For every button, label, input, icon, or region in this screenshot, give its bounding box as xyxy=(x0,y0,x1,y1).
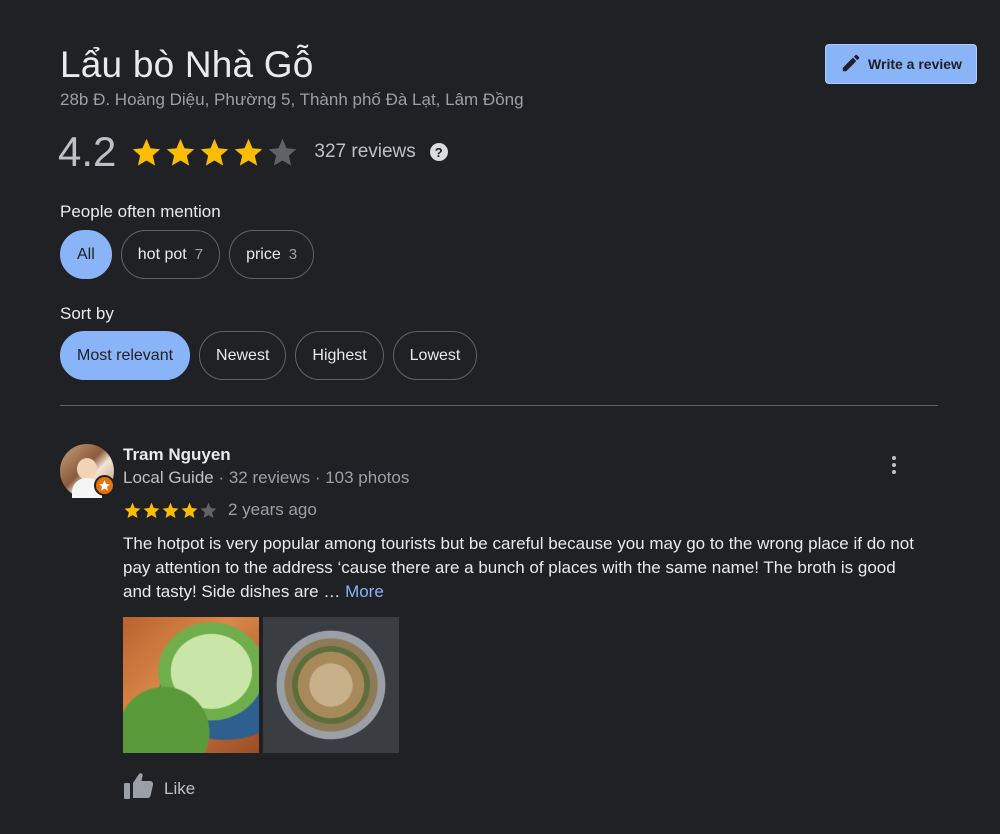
star-filled-icon xyxy=(201,138,229,166)
like-label: Like xyxy=(164,778,196,798)
mention-chip-price[interactable]: price 3 xyxy=(229,230,315,279)
section-divider xyxy=(60,405,938,406)
chip-label: hot pot xyxy=(137,245,187,263)
review-count[interactable]: 327 reviews xyxy=(314,141,415,163)
more-options-icon[interactable] xyxy=(884,453,904,477)
rating-summary: 4.2 327 reviews ? xyxy=(58,128,448,176)
chip-label: All xyxy=(77,245,95,263)
chip-label: price xyxy=(246,245,281,263)
star-filled-icon xyxy=(143,502,160,518)
chip-count: 3 xyxy=(288,246,298,263)
sort-chip-newest[interactable]: Newest xyxy=(199,331,287,380)
star-filled-icon xyxy=(167,138,195,166)
place-header: Lẩu bò Nhà Gỗ 28b Đ. Hoàng Diệu, Phường … xyxy=(60,42,524,110)
sort-label: Sort by xyxy=(60,304,114,323)
mention-chip-all[interactable]: All xyxy=(60,230,112,279)
thumbs-up-icon xyxy=(123,772,155,805)
reviewer-stats: · 32 reviews · 103 photos xyxy=(213,468,410,487)
place-title: Lẩu bò Nhà Gỗ xyxy=(60,44,314,85)
pencil-icon xyxy=(840,52,862,77)
sort-chips: Most relevant Newest Highest Lowest xyxy=(60,331,478,380)
mentions-chips: All hot pot 7 price 3 xyxy=(60,230,315,279)
avatar-face xyxy=(77,458,97,480)
star-filled-icon xyxy=(133,138,161,166)
star-filled-icon xyxy=(181,502,198,518)
write-review-button[interactable]: Write a review xyxy=(825,44,977,84)
rating-value: 4.2 xyxy=(58,128,117,175)
chip-label: Most relevant xyxy=(77,346,174,364)
sort-chip-highest[interactable]: Highest xyxy=(295,331,384,380)
chip-label: Newest xyxy=(216,346,270,364)
review-more-link[interactable]: More xyxy=(345,582,384,601)
star-empty-icon xyxy=(269,138,297,166)
review-body: The hotpot is very popular among tourist… xyxy=(123,534,914,601)
mention-chip-hot-pot[interactable]: hot pot 7 xyxy=(120,230,221,279)
star-filled-icon xyxy=(124,502,141,518)
help-icon[interactable]: ? xyxy=(429,143,448,161)
rating-stars xyxy=(130,136,299,169)
review-stars xyxy=(123,501,218,520)
mentions-label: People often mention xyxy=(60,202,221,221)
chip-count: 7 xyxy=(194,246,204,263)
star-empty-icon xyxy=(200,502,217,518)
place-address: 28b Đ. Hoàng Diệu, Phường 5, Thành phố Đ… xyxy=(60,90,524,109)
review-photo-salad[interactable] xyxy=(123,617,259,753)
sort-chip-most-relevant[interactable]: Most relevant xyxy=(60,331,191,380)
review-rating: 2 years ago xyxy=(123,500,317,520)
chip-label: Highest xyxy=(312,346,367,364)
local-guide-star-icon xyxy=(94,475,115,496)
write-review-label: Write a review xyxy=(868,56,962,72)
local-guide-label: Local Guide xyxy=(123,468,214,487)
review-photo-hotpot[interactable] xyxy=(263,617,399,753)
sort-chip-lowest[interactable]: Lowest xyxy=(392,331,478,380)
review-time: 2 years ago xyxy=(228,500,317,519)
reviewer-meta: Local Guide · 32 reviews · 103 photos xyxy=(123,468,409,488)
star-filled-icon xyxy=(162,502,179,518)
chip-label: Lowest xyxy=(409,346,461,364)
like-button[interactable]: Like xyxy=(123,772,195,805)
star-filled-icon xyxy=(235,138,263,166)
reviewer-name[interactable]: Tram Nguyen xyxy=(123,445,231,465)
review-text: The hotpot is very popular among tourist… xyxy=(123,532,923,604)
